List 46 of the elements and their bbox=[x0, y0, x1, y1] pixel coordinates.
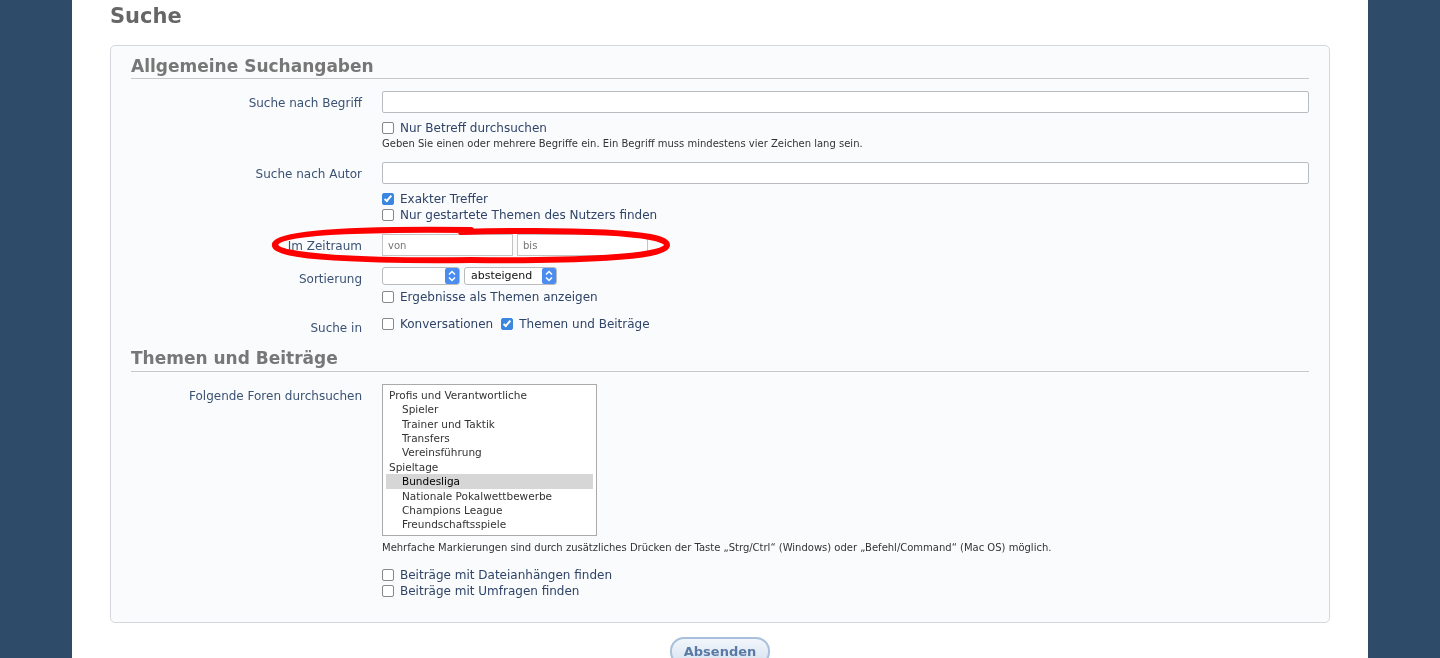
checkbox[interactable] bbox=[382, 291, 394, 304]
checkbox-label: Beiträge mit Umfragen finden bbox=[400, 582, 580, 599]
checkbox[interactable] bbox=[382, 122, 394, 135]
section-heading: Themen und Beiträge bbox=[131, 348, 1309, 372]
list-option[interactable]: Champions League bbox=[386, 503, 593, 518]
field-label: Suche nach Autor bbox=[254, 166, 362, 184]
forum-listbox[interactable]: Profis und Verantwortliche Spieler Trainer und Taktik Transfers Vereinsführung Spieltage Bundesliga Nationale Pokalwettbewerbe Champions League Freundschaftsspiele bbox=[382, 383, 597, 536]
list-option[interactable]: Bundesliga bbox=[386, 474, 593, 489]
list-option[interactable]: Profis und Verantwortliche bbox=[386, 387, 593, 403]
checkbox-label: Nur Betreff durchsuchen bbox=[400, 120, 547, 137]
checkbox-label: Exakter Treffer bbox=[400, 191, 489, 208]
field-label: Folgende Foren durchsuchen bbox=[188, 387, 362, 405]
page-title: Suche bbox=[110, 3, 183, 30]
checkbox[interactable] bbox=[382, 193, 394, 206]
field-label: Im Zeitraum bbox=[286, 238, 362, 256]
select-arrow-icon bbox=[445, 268, 459, 285]
field-label: Suche in bbox=[309, 320, 362, 338]
checkbox-label: Nur gestartete Themen des Nutzers finden bbox=[400, 207, 658, 224]
list-option[interactable]: Trainer und Taktik bbox=[386, 416, 593, 431]
checkbox-label: Ergebnisse als Themen anzeigen bbox=[400, 289, 598, 306]
field-label: Sortierung bbox=[297, 271, 362, 289]
field-label: Suche nach Begriff bbox=[247, 95, 362, 113]
checkbox[interactable] bbox=[382, 568, 394, 581]
input-field[interactable] bbox=[382, 162, 1309, 185]
checkbox-label: Themen und Beiträge bbox=[519, 316, 650, 333]
checkbox-label: Beiträge mit Dateianhängen finden bbox=[400, 566, 613, 583]
submit-button[interactable]: Absenden bbox=[669, 636, 771, 658]
date-field[interactable]: von bbox=[382, 234, 513, 257]
checkbox-label: Konversationen bbox=[400, 316, 494, 333]
select-field[interactable] bbox=[382, 267, 460, 286]
list-option[interactable]: Nationale Pokalwettbewerbe bbox=[386, 488, 593, 504]
help-text: Geben Sie einen oder mehrere Begriffe ein. Ein Begriff muss mindestens vier Zeichen lang sein. bbox=[382, 137, 864, 152]
select-field[interactable]: absteigend bbox=[464, 267, 557, 286]
checkbox[interactable] bbox=[382, 318, 394, 331]
checkbox[interactable] bbox=[382, 209, 394, 222]
checkbox[interactable] bbox=[501, 318, 514, 331]
checkbox[interactable] bbox=[382, 584, 394, 597]
list-option[interactable]: Vereinsführung bbox=[386, 445, 593, 460]
section-heading: Allgemeine Suchangaben bbox=[131, 56, 1309, 80]
list-option[interactable]: Spieltage bbox=[386, 459, 593, 475]
help-text: Mehrfache Markierungen sind durch zusätzliches Drücken der Taste „Strg/Ctrl“ (Windows) oder „Befehl/Command“ (Mac OS) möglich. bbox=[382, 540, 1053, 555]
select-arrow-icon bbox=[542, 268, 556, 285]
input-field[interactable] bbox=[382, 91, 1309, 114]
list-option[interactable]: Transfers bbox=[386, 431, 593, 446]
list-option[interactable]: Spieler bbox=[386, 402, 593, 417]
list-option[interactable]: Freundschaftsspiele bbox=[386, 517, 593, 532]
